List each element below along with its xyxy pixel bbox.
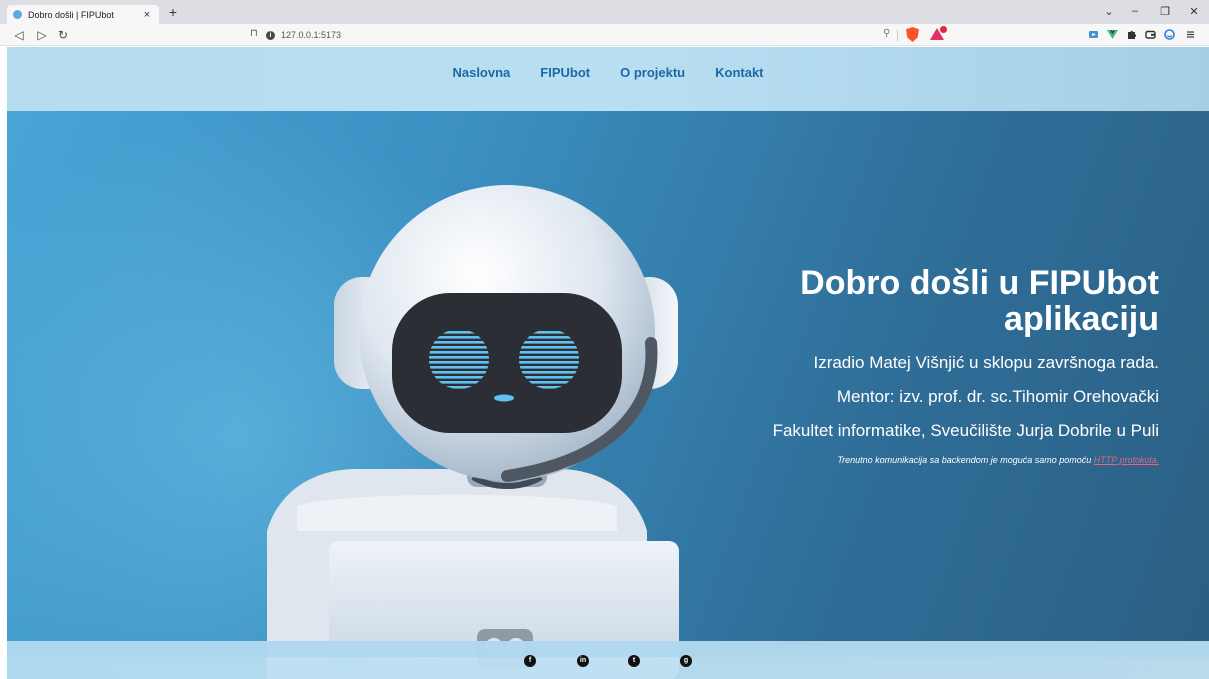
http-note: Trenutno komunikacija sa backendom je mo… (689, 455, 1159, 465)
footer-band (7, 641, 1209, 657)
site-info-icon[interactable]: i (266, 30, 275, 40)
tab-favicon-icon (13, 10, 22, 19)
hero-section: Dobro došli u FIPUbot aplikaciju Izradio… (689, 265, 1159, 465)
hero-faculty: Fakultet informatike, Sveučilište Jurja … (772, 421, 1159, 440)
toolbar-divider (897, 30, 898, 41)
footer: f in t g (7, 641, 1209, 679)
github-icon[interactable]: g (680, 655, 692, 667)
browser-toolbar: ◁ ▷ ↻ ⊓ i 127.0.0.1:5173 ⚲ (0, 24, 1209, 46)
main-navigation: Naslovna FIPUbot O projektu Kontakt (7, 47, 1209, 111)
bookmark-icon[interactable]: ⊓ (250, 28, 258, 39)
hero-author: Izradio Matej Višnjić u sklopu završnoga… (813, 353, 1159, 372)
browser-tab-bar: Dobro došli | FIPUbot × + ⌄ – ❐ ✕ (0, 0, 1209, 24)
http-note-text: Trenutno komunikacija sa backendom je mo… (837, 455, 1092, 465)
browser-tab[interactable]: Dobro došli | FIPUbot × (7, 5, 159, 24)
tab-title: Dobro došli | FIPUbot (28, 9, 114, 20)
profile-icon[interactable] (1164, 29, 1175, 40)
reload-icon[interactable]: ↻ (56, 28, 70, 42)
extension-icon[interactable] (1088, 29, 1099, 40)
new-tab-button[interactable]: + (166, 4, 180, 20)
http-protocol-link[interactable]: HTTP protokola. (1094, 455, 1159, 465)
facebook-icon[interactable]: f (524, 655, 536, 667)
tab-search-icon[interactable]: ⌄ (1101, 5, 1117, 18)
address-bar[interactable]: i 127.0.0.1:5173 (266, 27, 956, 43)
back-icon[interactable]: ◁ (12, 28, 26, 42)
wallet-icon[interactable] (1145, 29, 1156, 40)
twitter-icon[interactable]: t (628, 655, 640, 667)
vue-devtools-icon[interactable] (1107, 29, 1118, 40)
hero-mentor: Mentor: izv. prof. dr. sc.Tihomir Orehov… (836, 387, 1159, 406)
nav-naslovna[interactable]: Naslovna (452, 65, 510, 80)
linkedin-icon[interactable]: in (577, 655, 589, 667)
notification-badge (940, 26, 947, 33)
hero-title: Dobro došli u FIPUbot aplikaciju (800, 264, 1159, 338)
page: Naslovna FIPUbot O projektu Kontakt Dobr… (7, 47, 1209, 679)
nav-kontakt[interactable]: Kontakt (715, 65, 763, 80)
nav-fipubot[interactable]: FIPUbot (540, 65, 590, 80)
tab-close-icon[interactable]: × (141, 9, 153, 21)
forward-icon[interactable]: ▷ (35, 28, 49, 42)
nav-o-projektu[interactable]: O projektu (620, 65, 685, 80)
zoom-icon[interactable]: ⚲ (883, 28, 890, 39)
minimize-button[interactable]: – (1127, 5, 1143, 17)
extensions-puzzle-icon[interactable] (1126, 29, 1137, 40)
close-window-button[interactable]: ✕ (1186, 5, 1202, 18)
restore-button[interactable]: ❐ (1157, 5, 1173, 18)
url-text: 127.0.0.1:5173 (281, 30, 342, 40)
menu-icon[interactable] (1185, 29, 1196, 40)
robot-illustration (267, 185, 679, 679)
